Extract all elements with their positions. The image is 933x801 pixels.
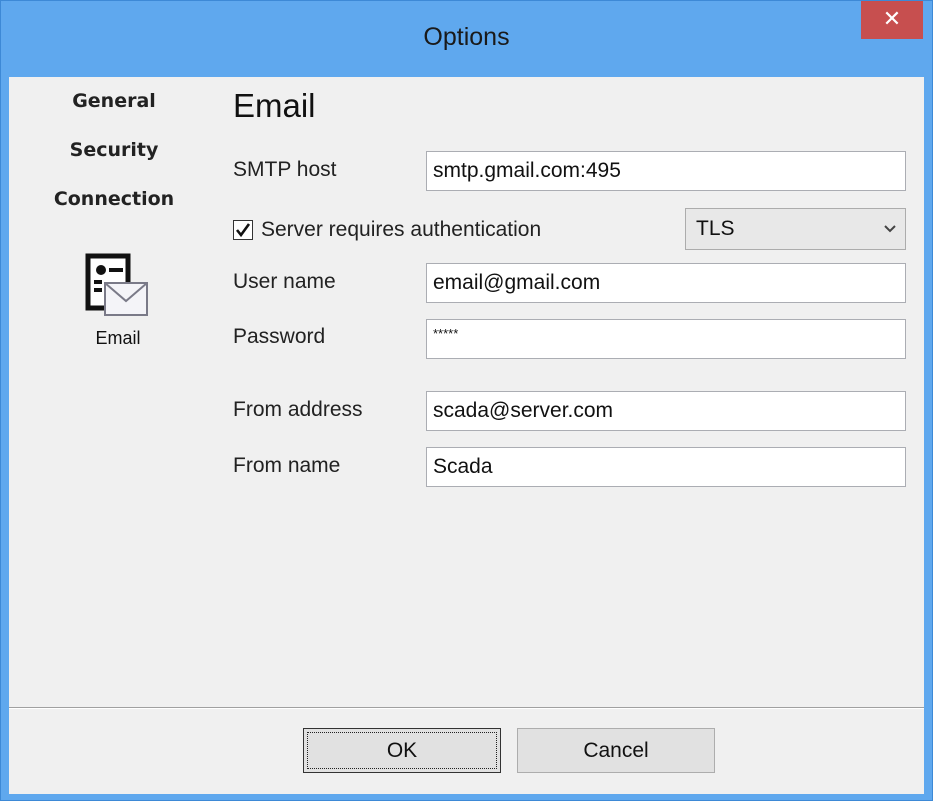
dialog-body: General Security Connection Email Email …	[9, 77, 924, 794]
auth-checkbox-row[interactable]: Server requires authentication	[233, 215, 541, 245]
sidebar-item-email[interactable]: Email	[83, 253, 153, 349]
from-address-label: From address	[233, 398, 363, 421]
auth-checkbox[interactable]	[233, 220, 253, 240]
smtp-host-label: SMTP host	[233, 158, 337, 181]
window-title: Options	[423, 23, 510, 51]
from-name-input[interactable]: Scada	[426, 447, 906, 487]
sidebar-item-general[interactable]: General	[9, 90, 219, 112]
sidebar-item-security[interactable]: Security	[9, 139, 219, 161]
title-bar[interactable]: Options ✕	[1, 1, 932, 77]
sidebar-item-email-label: Email	[95, 328, 141, 348]
close-button[interactable]: ✕	[861, 1, 923, 39]
sidebar-item-connection[interactable]: Connection	[9, 188, 219, 210]
email-settings-icon	[85, 253, 148, 316]
user-name-input[interactable]: email@gmail.com	[426, 263, 906, 303]
cancel-button[interactable]: Cancel	[517, 728, 715, 773]
smtp-host-input[interactable]: smtp.gmail.com:495	[426, 151, 906, 191]
encryption-select-value: TLS	[696, 217, 735, 240]
checkmark-icon	[235, 223, 251, 238]
password-label: Password	[233, 325, 326, 348]
auth-checkbox-label: Server requires authentication	[261, 218, 542, 241]
user-name-label: User name	[233, 270, 336, 293]
footer-divider	[9, 707, 924, 709]
from-name-label: From name	[233, 454, 341, 477]
close-icon: ✕	[882, 6, 902, 31]
section-title: Email	[233, 87, 316, 124]
ok-button-label: OK	[386, 739, 418, 762]
options-dialog: Options ✕ General Security Connection Em…	[0, 0, 933, 801]
from-address-input[interactable]: scada@server.com	[426, 391, 906, 431]
password-input[interactable]: *****	[426, 319, 906, 359]
chevron-down-icon	[883, 209, 897, 249]
encryption-select[interactable]: TLS	[685, 208, 906, 250]
ok-button[interactable]: OK	[303, 728, 501, 773]
cancel-button-label: Cancel	[583, 739, 649, 762]
